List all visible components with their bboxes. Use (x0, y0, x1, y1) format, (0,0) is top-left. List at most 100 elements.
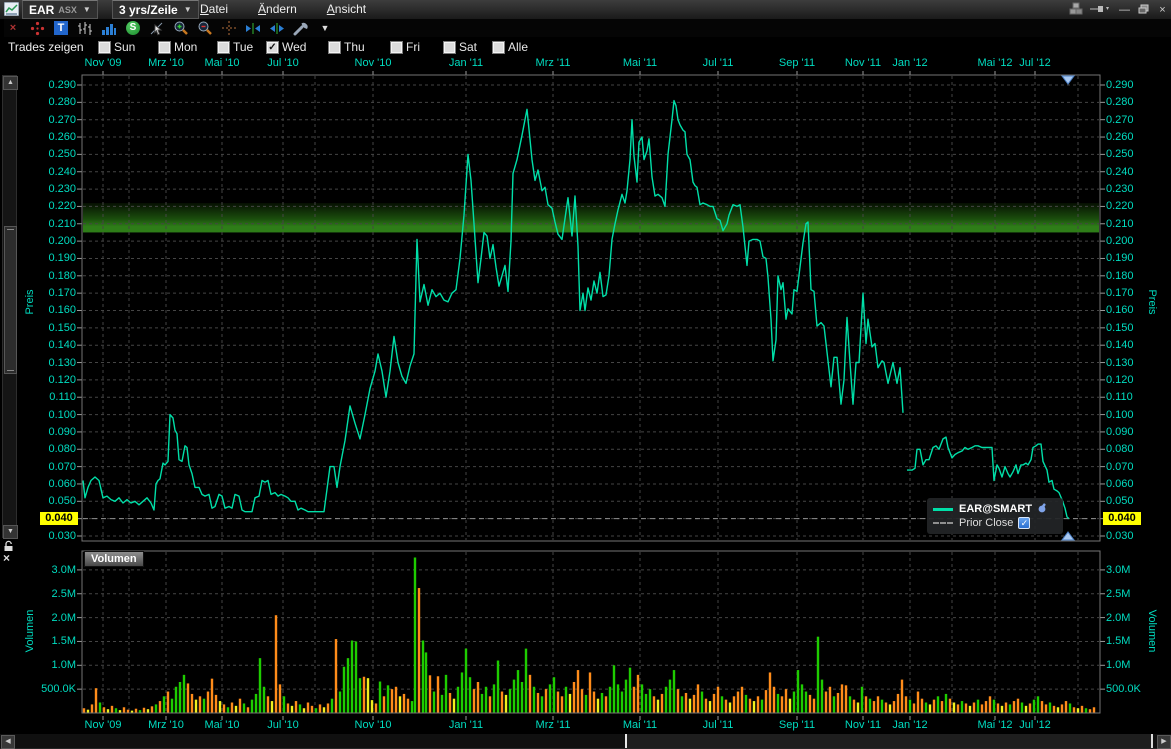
volume-bar (501, 692, 503, 713)
pin-icon[interactable] (1088, 4, 1112, 16)
workspace-cube-icon[interactable] (1069, 2, 1082, 18)
volume-bar (403, 694, 405, 713)
volume-bar (877, 696, 879, 713)
volume-bar (433, 692, 435, 713)
menu-datei[interactable]: Datei (185, 0, 243, 19)
volume-bar (159, 701, 161, 713)
volume-bar (605, 696, 607, 713)
dropdown-icon[interactable]: ▼ (316, 20, 334, 36)
volume-bar (211, 679, 213, 713)
volume-bar (239, 699, 241, 713)
volume-bar (418, 588, 420, 713)
menu-ändern[interactable]: Ändern (243, 0, 312, 19)
volume-bar (147, 709, 149, 713)
volume-bar (1077, 708, 1079, 713)
menu-ansicht[interactable]: Ansicht (312, 0, 381, 19)
day-checkbox-fri[interactable] (390, 41, 403, 54)
day-checkbox-wed[interactable]: ✓ (266, 41, 279, 54)
day-label-fri: Fri (406, 40, 420, 54)
volume-bar (645, 694, 647, 713)
volume-bar (637, 675, 639, 713)
volume-bar (1057, 707, 1059, 713)
volume-bar (613, 665, 615, 713)
volume-bar (123, 707, 125, 713)
volume-bar (437, 676, 439, 713)
series-name: EAR@SMART (959, 503, 1032, 515)
volume-bar (973, 703, 975, 713)
volume-bar (429, 675, 431, 713)
legend[interactable]: EAR@SMART Prior Close ✓ (927, 498, 1063, 534)
scroll-right-button[interactable]: ▶ (1157, 735, 1171, 749)
drag-hand-icon[interactable] (1037, 500, 1048, 518)
volume-bar (937, 696, 939, 713)
scroll-up-button[interactable]: ▲ (3, 76, 18, 90)
scroll-down-button[interactable]: ▼ (3, 525, 18, 539)
volume-pane-title[interactable]: Volumen (84, 551, 144, 567)
symbol-selector[interactable]: EAR ASX ▼ (22, 0, 98, 19)
volume-bar (481, 694, 483, 713)
day-checkbox-sat[interactable] (443, 41, 456, 54)
expand-bars-icon[interactable] (244, 20, 262, 36)
volume-bar (861, 687, 863, 713)
volume-bar (275, 615, 277, 713)
volume-bar (135, 709, 137, 713)
pointer-line-icon[interactable] (148, 20, 166, 36)
text-tool-icon[interactable]: T (52, 20, 70, 36)
volume-bar (981, 704, 983, 713)
legend-prior-row: Prior Close ✓ (933, 516, 1057, 530)
volume-bar (817, 637, 819, 713)
vertical-scrollbar[interactable]: ▲ ▼ (2, 75, 17, 538)
volume-bar (853, 700, 855, 713)
scroll-left-button[interactable]: ◀ (1, 735, 15, 749)
zoom-out-icon[interactable] (196, 20, 214, 36)
price-volume-chart[interactable] (0, 0, 1171, 749)
ohlc-bars-icon[interactable] (76, 20, 94, 36)
volume-bar (115, 708, 117, 713)
day-checkbox-mon[interactable] (158, 41, 171, 54)
volume-bar (581, 689, 583, 713)
volume-bar (969, 706, 971, 713)
day-checkbox-alle[interactable] (492, 41, 505, 54)
vertical-scroll-thumb[interactable] (4, 226, 17, 374)
volume-bar (821, 680, 823, 713)
volume-bar (267, 696, 269, 713)
close-pane-icon[interactable]: × (3, 551, 10, 565)
volume-bar (243, 703, 245, 713)
day-checkbox-thu[interactable] (328, 41, 341, 54)
volume-bar (885, 703, 887, 713)
volume-bar (347, 658, 349, 713)
volume-bar (893, 701, 895, 713)
volume-bar (311, 706, 313, 713)
horizontal-scroll-thumb[interactable] (625, 734, 1153, 748)
volume-bar (673, 670, 675, 713)
restore-button[interactable] (1137, 4, 1150, 17)
date-marker-top[interactable] (1062, 76, 1074, 84)
smart-coin-icon[interactable]: S (124, 20, 142, 36)
settings-wrench-icon[interactable] (292, 20, 310, 36)
zoom-in-icon[interactable] (172, 20, 190, 36)
volume-bar (103, 707, 105, 713)
volume-bar (725, 700, 727, 713)
crosshair-icon[interactable] (220, 20, 238, 36)
day-checkbox-tue[interactable] (217, 41, 230, 54)
volume-histogram-icon[interactable] (100, 20, 118, 36)
crosshair-dots-icon[interactable] (28, 20, 46, 36)
volume-bar (569, 694, 571, 713)
close-button[interactable]: × (1156, 4, 1169, 16)
volume-bar (319, 704, 321, 713)
horizontal-scrollbar[interactable]: ◀ ▶ (0, 733, 1171, 748)
volume-bar (777, 694, 779, 713)
compress-bars-icon[interactable] (268, 20, 286, 36)
volume-bar (769, 672, 771, 713)
volume-bar (717, 687, 719, 713)
delete-icon[interactable]: × (4, 20, 22, 36)
volume-bar (837, 693, 839, 713)
prior-close-checkbox[interactable]: ✓ (1018, 517, 1030, 529)
volume-bar (805, 692, 807, 713)
volume-bar (873, 701, 875, 713)
volume-bar (351, 640, 353, 713)
day-checkbox-sun[interactable] (98, 41, 111, 54)
minimize-button[interactable]: — (1118, 4, 1131, 16)
volume-bar (335, 639, 337, 713)
volume-bar (609, 687, 611, 713)
